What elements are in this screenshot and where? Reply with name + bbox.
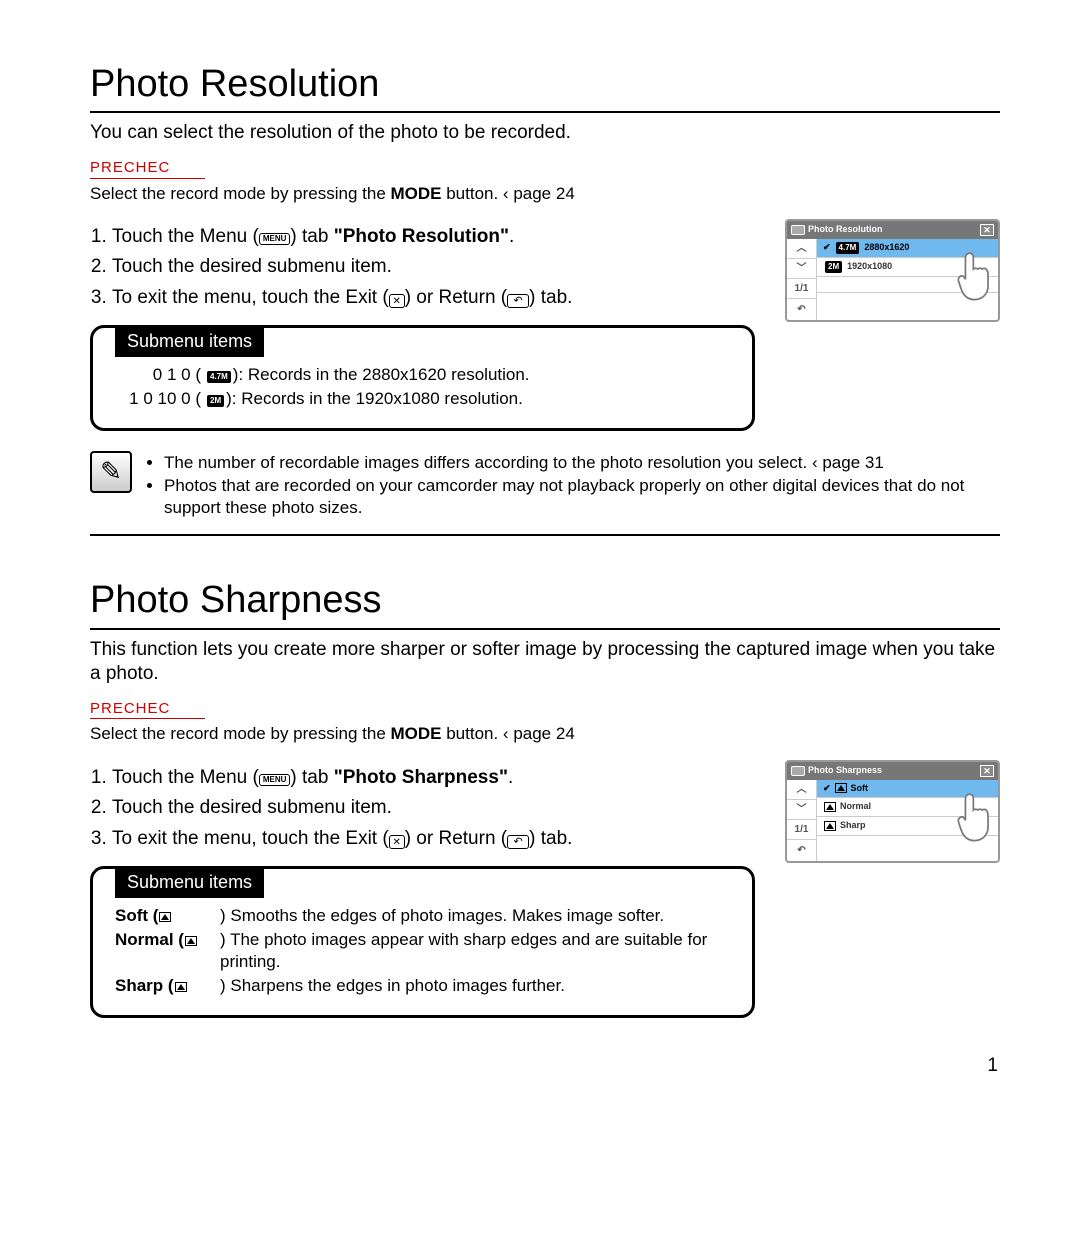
camera-icon xyxy=(791,766,805,776)
hand-pointer-icon xyxy=(956,792,1000,844)
device-return-button[interactable]: ↶ xyxy=(787,299,816,320)
note-bullet: Photos that are recorded on your camcord… xyxy=(164,475,1000,519)
submenu-tab: Submenu items xyxy=(115,326,264,357)
sharpness-normal-icon xyxy=(824,802,836,812)
sharpness-soft-icon xyxy=(835,783,847,793)
submenu-box-resolution: Submenu items 0 1 0 ( 4.7M): Records in … xyxy=(90,325,755,431)
submenu-tab: Submenu items xyxy=(115,867,264,898)
device-title: Photo Resolution xyxy=(808,224,883,236)
step-3: To exit the menu, touch the Exit (✕) or … xyxy=(112,286,755,311)
step-3: To exit the menu, touch the Exit (✕) or … xyxy=(112,827,755,852)
submenu-box-sharpness: Submenu items Soft ( ) Smooths the edges… xyxy=(90,866,755,1018)
precheck-label: PRECHEC xyxy=(90,158,205,179)
check-icon: ✔ xyxy=(823,242,831,254)
step-1: Touch the Menu (MENU) tab "Photo Sharpne… xyxy=(112,766,755,791)
scroll-up-button[interactable]: ︿ xyxy=(787,239,816,259)
section-title-resolution: Photo Resolution xyxy=(90,60,1000,113)
device-return-button[interactable]: ↶ xyxy=(787,840,816,861)
step-2: Touch the desired submenu item. xyxy=(112,255,755,280)
res-chip-2m: 2M xyxy=(207,395,224,407)
device-title: Photo Sharpness xyxy=(808,765,882,777)
device-preview-resolution: Photo Resolution ✕ ︿ ﹀ 1/1 ↶ ✔ 4.7M 2880… xyxy=(785,219,1000,322)
close-icon: ✕ xyxy=(389,294,405,308)
precheck-text: Select the record mode by pressing the M… xyxy=(90,723,1000,745)
precheck-text: Select the record mode by pressing the M… xyxy=(90,183,1000,205)
page-indicator: 1/1 xyxy=(787,279,816,299)
page-number: 1 xyxy=(90,1054,1000,1079)
device-close-button[interactable]: ✕ xyxy=(980,765,994,777)
precheck-label: PRECHEC xyxy=(90,699,205,720)
steps-list-sharpness: Touch the Menu (MENU) tab "Photo Sharpne… xyxy=(90,766,755,852)
sharpness-sharp-icon xyxy=(824,821,836,831)
sharpness-soft-icon xyxy=(159,912,171,922)
steps-list-resolution: Touch the Menu (MENU) tab "Photo Resolut… xyxy=(90,225,755,311)
device-close-button[interactable]: ✕ xyxy=(980,224,994,236)
return-icon: ↶ xyxy=(507,294,529,308)
res-chip-47m: 4.7M xyxy=(207,371,231,383)
intro-text-resolution: You can select the resolution of the pho… xyxy=(90,121,1000,146)
scroll-up-button[interactable]: ︿ xyxy=(787,780,816,800)
close-icon: ✕ xyxy=(389,835,405,849)
note-block: ✎ The number of recordable images differ… xyxy=(90,441,1000,536)
scroll-down-button[interactable]: ﹀ xyxy=(787,259,816,279)
return-icon: ↶ xyxy=(507,835,529,849)
camera-icon xyxy=(791,225,805,235)
menu-icon: MENU xyxy=(259,233,291,245)
menu-icon: MENU xyxy=(259,774,291,786)
page-indicator: 1/1 xyxy=(787,820,816,840)
scroll-down-button[interactable]: ﹀ xyxy=(787,800,816,820)
step-2: Touch the desired submenu item. xyxy=(112,796,755,821)
note-icon: ✎ xyxy=(90,451,132,493)
check-icon: ✔ xyxy=(823,783,831,795)
section-title-sharpness: Photo Sharpness xyxy=(90,576,1000,629)
intro-text-sharpness: This function lets you create more sharp… xyxy=(90,638,1000,687)
note-bullet: The number of recordable images differs … xyxy=(164,452,1000,474)
device-preview-sharpness: Photo Sharpness ✕ ︿ ﹀ 1/1 ↶ ✔ Soft Norma… xyxy=(785,760,1000,863)
step-1: Touch the Menu (MENU) tab "Photo Resolut… xyxy=(112,225,755,250)
sharpness-normal-icon xyxy=(185,936,197,946)
hand-pointer-icon xyxy=(956,251,1000,303)
sharpness-sharp-icon xyxy=(175,982,187,992)
